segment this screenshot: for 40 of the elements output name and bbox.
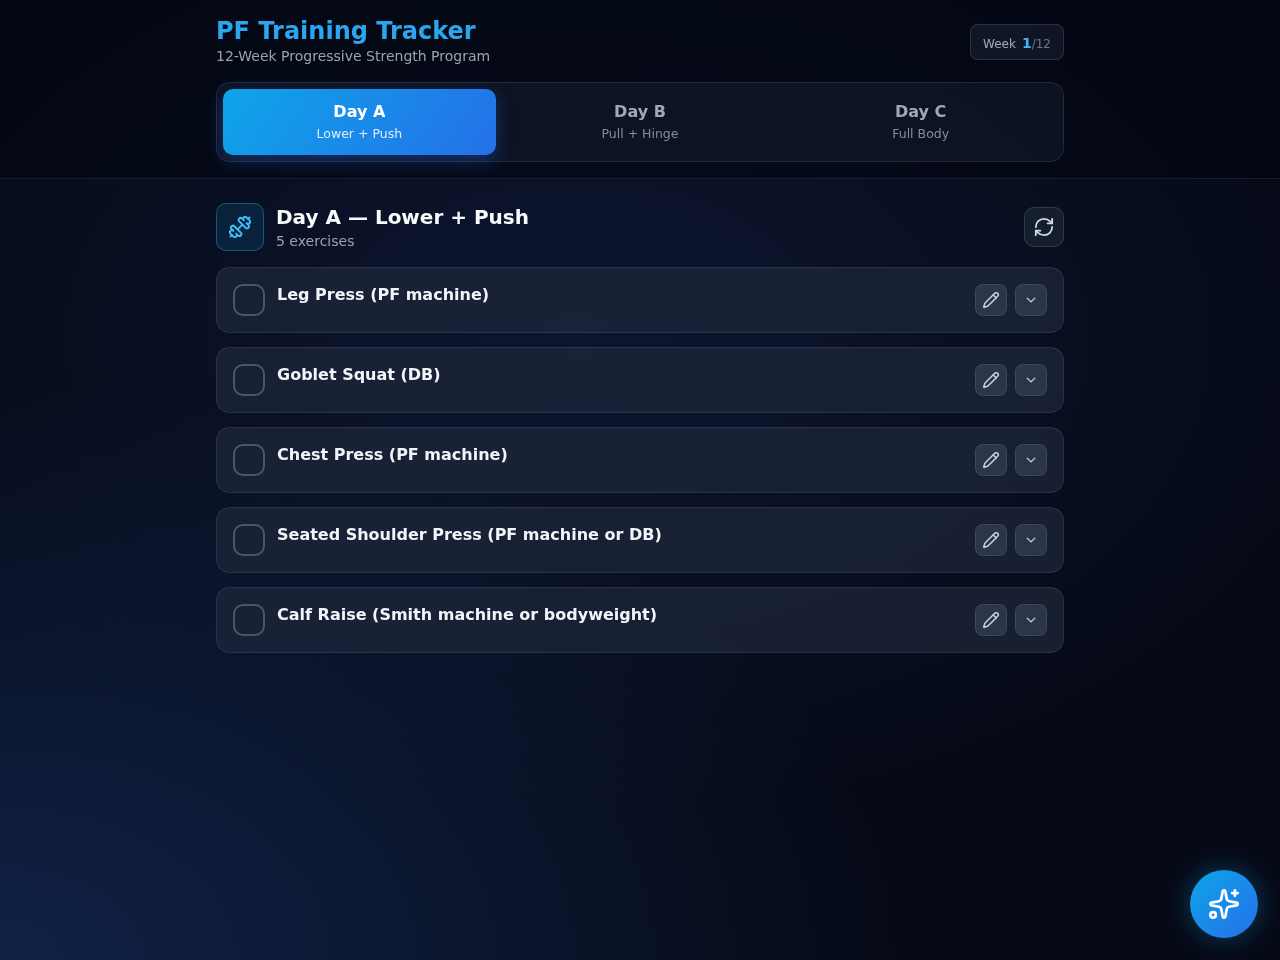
refresh-button[interactable] <box>1024 207 1064 247</box>
week-label: Week <box>983 37 1016 51</box>
exercise-name: Leg Press (PF machine) <box>277 284 491 306</box>
exercise-name: Goblet Squat (DB) <box>277 364 442 386</box>
dumbbell-icon <box>216 203 264 251</box>
edit-button[interactable] <box>975 604 1007 636</box>
section-title: Day A — Lower + Push <box>276 203 530 230</box>
edit-button[interactable] <box>975 364 1007 396</box>
expand-button[interactable] <box>1015 524 1047 556</box>
app-title: PF Training Tracker <box>216 16 477 46</box>
edit-button[interactable] <box>975 524 1007 556</box>
edit-button[interactable] <box>975 284 1007 316</box>
exercise-checkbox[interactable] <box>233 604 265 636</box>
exercise-checkbox[interactable] <box>233 444 265 476</box>
app-subtitle: 12-Week Progressive Strength Program <box>216 47 491 66</box>
day-tab[interactable]: Day A Lower + Push <box>223 89 496 155</box>
week-number: 1 <box>1021 35 1032 51</box>
pencil-icon <box>983 612 999 628</box>
exercise-name: Chest Press (PF machine) <box>277 444 509 466</box>
exercise-checkbox[interactable] <box>233 364 265 396</box>
sparkles-icon <box>1209 889 1239 919</box>
exercise-name: Calf Raise (Smith machine or bodyweight) <box>277 604 659 626</box>
pencil-icon <box>983 372 999 388</box>
exercise-checkbox[interactable] <box>233 284 265 316</box>
exercise-checkbox[interactable] <box>233 524 265 556</box>
floating-action-button[interactable] <box>1190 870 1258 938</box>
pencil-icon <box>983 532 999 548</box>
expand-button[interactable] <box>1015 444 1047 476</box>
exercise-count: 5 exercises <box>276 231 356 251</box>
day-tab[interactable]: Day B Pull + Hinge <box>503 89 777 155</box>
week-total: /12 <box>1031 37 1051 51</box>
exercise-name: Seated Shoulder Press (PF machine or DB) <box>277 524 663 546</box>
expand-button[interactable] <box>1015 604 1047 636</box>
day-tab[interactable]: Day C Full Body <box>784 89 1057 155</box>
pencil-icon <box>983 292 999 308</box>
refresh-icon <box>1034 217 1054 237</box>
pencil-icon <box>983 452 999 468</box>
edit-button[interactable] <box>975 444 1007 476</box>
expand-button[interactable] <box>1015 284 1047 316</box>
expand-button[interactable] <box>1015 364 1047 396</box>
